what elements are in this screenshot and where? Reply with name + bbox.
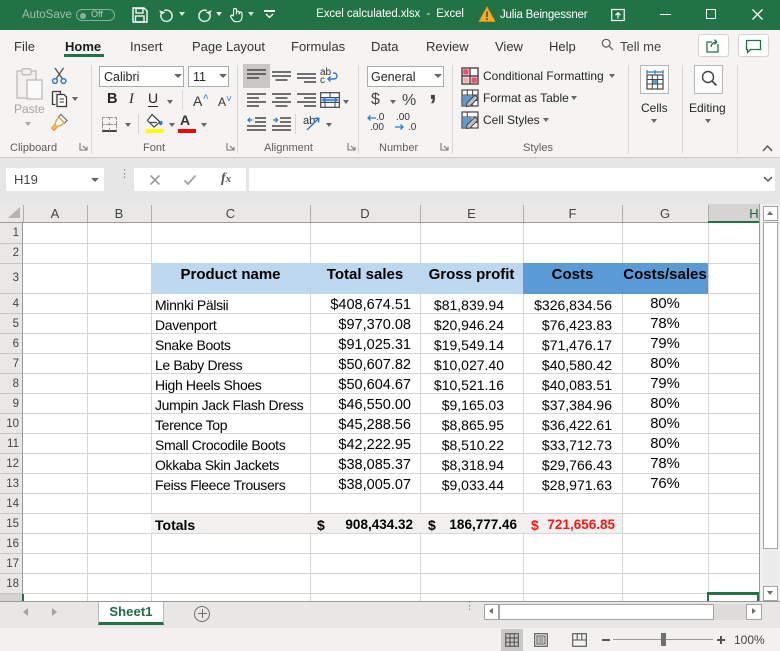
svg-text:ab: ab bbox=[303, 115, 315, 127]
svg-text:c: c bbox=[320, 75, 325, 84]
